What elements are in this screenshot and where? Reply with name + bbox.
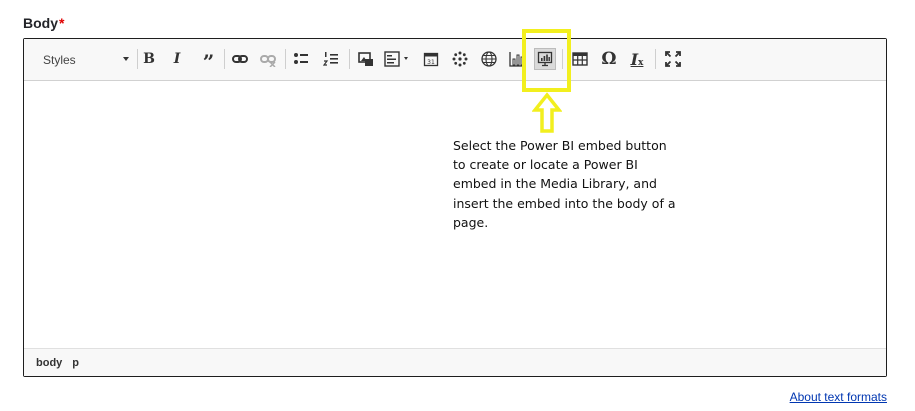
numbered-list-button[interactable]: [320, 48, 342, 70]
image-button[interactable]: [355, 48, 377, 70]
table-icon: [572, 52, 588, 66]
annotation-line: to create or locate a Power BI: [453, 157, 638, 173]
italic-button[interactable]: I: [166, 48, 188, 70]
remove-format-icon: I: [630, 49, 639, 69]
toolbar-separator: [349, 49, 350, 69]
maximize-icon: [665, 51, 681, 67]
chevron-down-icon: [123, 57, 129, 61]
unlink-button[interactable]: [257, 48, 279, 70]
annotation-line: page.: [453, 214, 489, 230]
toolbar-separator: [285, 49, 286, 69]
spark-icon: [452, 51, 468, 67]
italic-icon: I: [173, 51, 181, 67]
maximize-button[interactable]: [662, 48, 684, 70]
special-character-button[interactable]: Ω: [598, 48, 620, 70]
annotation-line: embed in the Media Library, and: [453, 176, 657, 192]
link-button[interactable]: [229, 48, 251, 70]
toolbar-separator: [224, 49, 225, 69]
bold-button[interactable]: B: [138, 48, 160, 70]
blockquote-icon: ”: [202, 50, 214, 74]
annotation-line: Select the Power BI embed button: [453, 138, 667, 153]
element-path-bar: body p: [24, 348, 886, 376]
spark-button[interactable]: [449, 48, 471, 70]
numbered-list-icon: [323, 52, 338, 66]
required-marker: *: [59, 15, 65, 31]
unlink-icon: [260, 55, 276, 67]
link-icon: [232, 55, 248, 63]
field-label-text: Body: [23, 15, 58, 31]
chevron-down-icon: [404, 57, 408, 60]
bulleted-list-button[interactable]: [290, 48, 312, 70]
align-button[interactable]: [381, 48, 408, 70]
element-path-p[interactable]: p: [72, 357, 79, 369]
remove-format-button[interactable]: Ix: [626, 48, 648, 70]
editor-toolbar: Styles B I ” 31 Ω I x: [24, 39, 886, 81]
calendar-icon: 31: [423, 52, 439, 67]
annotation-callout: Select the Power BI embed button to crea…: [453, 136, 693, 232]
align-icon: [384, 51, 400, 67]
globe-icon: [481, 51, 497, 67]
close-icon: x: [638, 58, 644, 68]
element-path-body[interactable]: body: [36, 357, 62, 369]
highlight-box: [522, 29, 571, 92]
annotation-line: insert the embed into the body of a: [453, 195, 676, 211]
globe-button[interactable]: [478, 48, 500, 70]
special-character-icon: Ω: [601, 49, 617, 69]
styles-dropdown[interactable]: Styles: [32, 48, 129, 72]
image-icon: [358, 52, 373, 66]
about-text-formats-link[interactable]: About text formats: [790, 390, 887, 404]
styles-dropdown-label: Styles: [43, 53, 76, 67]
up-arrow-icon: [532, 92, 562, 133]
blockquote-button[interactable]: ”: [196, 48, 218, 74]
calendar-button[interactable]: 31: [420, 48, 442, 70]
table-button[interactable]: [569, 48, 591, 70]
bulleted-list-icon: [294, 53, 308, 64]
bold-icon: B: [143, 51, 155, 67]
svg-text:31: 31: [427, 59, 435, 66]
toolbar-separator: [655, 49, 656, 69]
field-label: Body*: [23, 15, 64, 31]
